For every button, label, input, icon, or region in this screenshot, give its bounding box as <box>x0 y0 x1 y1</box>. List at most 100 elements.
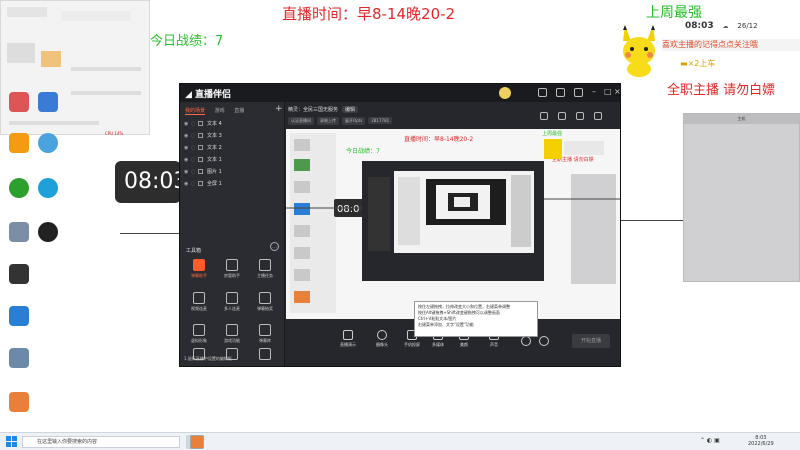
settings-icon[interactable] <box>558 112 566 120</box>
app-icon <box>38 92 58 112</box>
tool-room-manager[interactable]: 房管助手 <box>217 259 247 279</box>
tool-icon <box>259 348 271 360</box>
tool-host-task[interactable]: 主播任务 <box>250 259 280 279</box>
minimize-icon[interactable]: – <box>592 87 596 96</box>
source-item[interactable]: ◉ ◌ 文本 2 <box>184 144 280 155</box>
eye-icon[interactable]: ◉ <box>184 133 191 139</box>
source-item[interactable]: ◉ ◌ 文本 1 <box>184 156 280 167</box>
tab-game[interactable]: 游戏 <box>215 108 225 114</box>
eye-icon[interactable]: ◉ <box>184 121 191 127</box>
taskbar-search-input[interactable]: 在这里输入你要搜索的内容 <box>22 436 180 448</box>
screen: CPU 14% 直播时间：早8-14晚20-2 今日战绩：7 上周最强 全职主播… <box>0 0 800 450</box>
close-icon[interactable]: × <box>614 87 620 96</box>
taskbar-app-icon[interactable] <box>190 435 204 449</box>
tool-multi-link[interactable]: 多人连麦 <box>217 292 247 312</box>
chat-icon <box>193 259 205 271</box>
desktop-icon[interactable] <box>31 222 65 243</box>
file-icon <box>9 348 29 368</box>
tool-video-link[interactable]: 视频连麦 <box>184 292 214 312</box>
btn-camera[interactable]: 摄像头 <box>370 330 394 348</box>
app-icon <box>9 264 29 284</box>
menu-icon[interactable] <box>594 112 602 120</box>
bottom-note: 1.鼠标直播中设置的编辑框 <box>184 356 232 361</box>
lock-icon[interactable]: ◌ <box>191 121 198 127</box>
desktop-icon[interactable] <box>31 178 65 199</box>
maximize-icon[interactable]: □ <box>604 87 612 96</box>
desktop-icon[interactable] <box>2 264 36 285</box>
today-record: 今日战绩：7 <box>150 34 224 49</box>
tool-virtual-avatar[interactable]: 虚拟形象 <box>184 324 214 344</box>
svg-text:今日战绩：7: 今日战绩：7 <box>346 147 380 155</box>
source-item[interactable]: ◉ ◌ 图片 1 <box>184 168 280 179</box>
bell-icon[interactable] <box>574 88 583 97</box>
users-icon <box>226 292 238 304</box>
app-logo: ◢ 直播伴侣 <box>185 90 232 100</box>
edit-tag[interactable]: 编辑 <box>342 106 359 113</box>
video-icon <box>193 292 205 304</box>
top-right-clock: 08:03 ☁ 26/12 <box>685 21 758 31</box>
btn-screen-share[interactable]: 直播演示 <box>336 330 360 348</box>
scene-tabs: 我的场景 游戏 直播 <box>185 107 252 115</box>
lock-icon[interactable]: ◌ <box>191 145 198 151</box>
face-icon <box>193 324 205 336</box>
eye-icon[interactable]: ◉ <box>184 145 191 151</box>
titlebar[interactable]: ◢ 直播伴侣 – □ × <box>180 84 620 102</box>
tool-more[interactable] <box>250 348 280 360</box>
tool-lottery[interactable]: 弹幕抽奖 <box>250 292 280 312</box>
lock-icon[interactable]: ◌ <box>191 181 198 187</box>
clock-widget: 08:03 <box>115 161 187 203</box>
gift-icon <box>259 292 271 304</box>
live-companion-window[interactable]: ◢ 直播伴侣 – □ × 我的场景 游戏 直播 + ◉ ◌ 文本 4 ◉ ◌ 文本 3 … <box>179 83 621 367</box>
gift-icon[interactable] <box>538 88 547 97</box>
tab-live[interactable]: 直播 <box>234 108 244 114</box>
lock-icon[interactable]: ◌ <box>191 169 198 175</box>
eye-icon[interactable]: ◉ <box>184 181 191 187</box>
tray-clock[interactable]: 8:03 2022/6/29 <box>748 435 774 447</box>
notice-icon[interactable] <box>576 112 584 120</box>
desktop-icon[interactable] <box>31 133 65 154</box>
preview-canvas[interactable]: 直播时间：早8-14晚20-2 今日战绩：7 上周最强 全职主播 请勿白嫖 08… <box>286 129 620 319</box>
app-icon <box>9 178 29 198</box>
eye-icon[interactable]: ◉ <box>184 169 191 175</box>
more-icon[interactable]: … <box>270 242 279 251</box>
desktop-icon[interactable] <box>2 348 36 369</box>
desktop-icon[interactable] <box>2 306 36 327</box>
app-icon <box>9 133 29 153</box>
source-item[interactable]: ◉ ◌ 文本 3 <box>184 132 280 143</box>
library-icon <box>259 324 271 336</box>
share-icon[interactable] <box>540 112 548 120</box>
room-tags: 认证直播间 录制上传 展开Opts 2817781 <box>288 117 395 125</box>
background-window[interactable]: CPU 14% <box>0 0 150 136</box>
tool-danmu-assistant[interactable]: 弹幕助手 <box>184 259 214 279</box>
svg-text:直播时间：早8-14晚20-2: 直播时间：早8-14晚20-2 <box>404 135 473 143</box>
lock-icon[interactable]: ◌ <box>191 133 198 139</box>
room-title: 精灵：全民三国无服务 编辑 <box>288 106 359 113</box>
start-live-button[interactable]: 开始直播 <box>572 334 610 348</box>
shield-icon <box>226 259 238 271</box>
lock-icon[interactable]: ◌ <box>191 157 198 163</box>
source-item[interactable]: ◉ ◌ 文本 4 <box>184 120 280 131</box>
tool-danmu-library[interactable]: 弹幕库 <box>250 324 280 344</box>
fulltime-notice: 全职主播 请勿白嫖 <box>667 83 776 98</box>
desktop-icon[interactable] <box>2 392 36 413</box>
eye-icon[interactable]: ◉ <box>184 157 191 163</box>
desktop-icon[interactable] <box>31 92 65 113</box>
right-panel[interactable]: 主机 <box>683 113 800 282</box>
monitor-icon <box>343 330 353 340</box>
app-icon <box>9 92 29 112</box>
source-item[interactable]: ◉ ◌ 全屏 1 <box>184 180 280 191</box>
avatar[interactable] <box>499 87 511 99</box>
tab-my-scene[interactable]: 我的场景 <box>185 108 206 115</box>
browser-icon <box>38 133 58 153</box>
message-icon[interactable] <box>556 88 565 97</box>
game-icon <box>9 306 29 326</box>
panel-title: 主机 <box>684 114 799 124</box>
svg-text:08:0: 08:0 <box>337 204 359 215</box>
add-scene-button[interactable]: + <box>275 104 283 114</box>
btn-settings[interactable] <box>532 336 556 346</box>
windows-start-icon[interactable] <box>6 436 17 447</box>
gold-bar-icon: ▬ <box>680 59 688 68</box>
tool-game-feature[interactable]: 游戏功能 <box>217 324 247 344</box>
tray-icons[interactable]: ⌃ ◐ ▣ <box>700 437 720 444</box>
svg-text:上周最强: 上周最强 <box>542 130 562 137</box>
